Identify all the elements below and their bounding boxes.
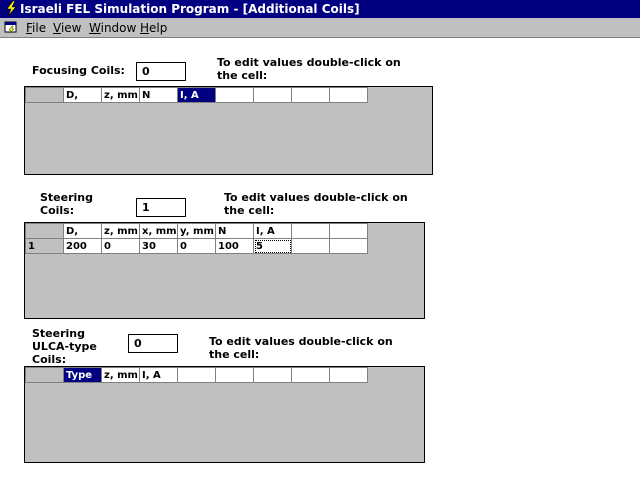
- column-header: Type: [63, 367, 102, 383]
- menu-view[interactable]: View: [53, 21, 81, 35]
- ulca-header-row: Type z, mm I, A: [25, 367, 368, 383]
- focusing-hint-line2: the cell:: [217, 69, 268, 82]
- fixed-cell: [25, 223, 64, 239]
- window-title: Israeli FEL Simulation Program - [Additi…: [20, 2, 360, 16]
- focusing-coils-label: Focusing Coils:: [32, 64, 125, 77]
- document-window-icon[interactable]: [4, 21, 18, 34]
- column-header: [253, 87, 292, 103]
- column-header: D,: [63, 223, 102, 239]
- table-cell[interactable]: 100: [215, 238, 254, 254]
- column-header: I, A: [139, 367, 178, 383]
- column-header: [215, 367, 254, 383]
- column-header: I, A: [177, 87, 216, 103]
- column-header: I, A: [253, 223, 292, 239]
- column-header: [329, 87, 368, 103]
- column-header: y, mm: [177, 223, 216, 239]
- column-header: z, mm: [101, 223, 140, 239]
- ulca-coils-count-input[interactable]: 0: [128, 334, 178, 353]
- steering-coils-table: D, z, mm x, mm y, mm N I, A 1 200 0 30 0 100 5: [25, 223, 368, 254]
- ulca-coils-grid[interactable]: Type z, mm I, A: [24, 366, 425, 463]
- steering-header-row: D, z, mm x, mm y, mm N I, A: [25, 223, 368, 239]
- focusing-coils-table: D, z, mm N I, A: [25, 87, 368, 103]
- table-cell[interactable]: [329, 238, 368, 254]
- title-bar[interactable]: Israeli FEL Simulation Program - [Additi…: [0, 0, 640, 18]
- focusing-hint-line1: To edit values double-click on: [217, 56, 401, 69]
- ulca-coils-label-line1: Steering: [32, 327, 86, 340]
- column-header: [215, 87, 254, 103]
- menu-help[interactable]: Help: [140, 21, 167, 35]
- table-cell[interactable]: 5: [253, 238, 292, 254]
- steering-hint-line2: the cell:: [224, 204, 275, 217]
- focusing-header-row: D, z, mm N I, A: [25, 87, 368, 103]
- ulca-coils-label-line2: ULCA-type: [32, 340, 97, 353]
- focusing-coils-grid[interactable]: D, z, mm N I, A: [24, 86, 433, 175]
- menu-help-rest: elp: [149, 21, 168, 35]
- column-header: D,: [63, 87, 102, 103]
- column-header: [291, 367, 330, 383]
- column-header: N: [139, 87, 178, 103]
- column-header: [291, 87, 330, 103]
- steering-coils-grid[interactable]: D, z, mm x, mm y, mm N I, A 1 200 0 30 0 100 5: [24, 222, 425, 319]
- column-header: [329, 223, 368, 239]
- steering-hint-line1: To edit values double-click on: [224, 191, 408, 204]
- column-header: [329, 367, 368, 383]
- fixed-cell: [25, 87, 64, 103]
- menu-bar: File View Window Help: [0, 18, 640, 38]
- menu-file-rest: ile: [32, 21, 47, 35]
- ulca-coils-label-line3: Coils:: [32, 353, 67, 366]
- table-cell[interactable]: 0: [177, 238, 216, 254]
- table-row[interactable]: 1 200 0 30 0 100 5: [25, 238, 368, 254]
- steering-coils-label-line2: Coils:: [40, 204, 75, 217]
- menu-window[interactable]: Window: [89, 21, 136, 35]
- table-cell[interactable]: 30: [139, 238, 178, 254]
- table-cell[interactable]: [291, 238, 330, 254]
- column-header: z, mm: [101, 367, 140, 383]
- ulca-hint-line2: the cell:: [209, 348, 260, 361]
- table-cell[interactable]: 0: [101, 238, 140, 254]
- fixed-cell: [25, 367, 64, 383]
- column-header: x, mm: [139, 223, 178, 239]
- steering-coils-count-input[interactable]: 1: [136, 198, 186, 217]
- column-header: [253, 367, 292, 383]
- lightning-bolt-icon[interactable]: [4, 1, 18, 16]
- fixed-cell[interactable]: 1: [25, 238, 64, 254]
- column-header: [291, 223, 330, 239]
- ulca-coils-table: Type z, mm I, A: [25, 367, 368, 383]
- ulca-hint-line1: To edit values double-click on: [209, 335, 393, 348]
- column-header: [177, 367, 216, 383]
- focusing-coils-count-input[interactable]: 0: [136, 62, 186, 81]
- steering-coils-label-line1: Steering: [40, 191, 94, 204]
- menu-file[interactable]: File: [26, 21, 46, 35]
- column-header: z, mm: [101, 87, 140, 103]
- menu-window-rest: indow: [100, 21, 137, 35]
- menu-view-rest: iew: [60, 21, 82, 35]
- column-header: N: [215, 223, 254, 239]
- table-cell[interactable]: 200: [63, 238, 102, 254]
